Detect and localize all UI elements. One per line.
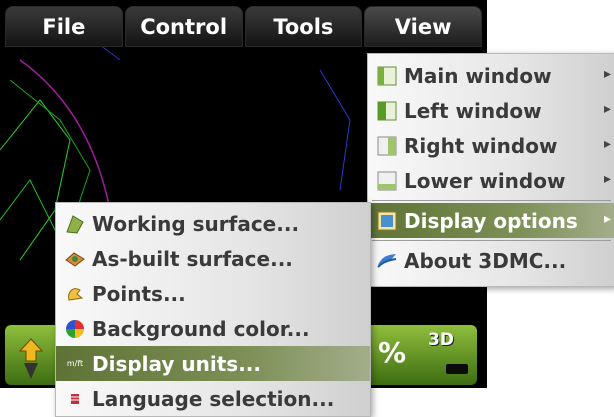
lower-window-icon <box>376 170 398 192</box>
submenu-arrow-icon: ▸ <box>603 101 611 117</box>
submenu-arrow-icon: ▸ <box>603 66 611 82</box>
submenu-arrow-icon: ▸ <box>603 171 611 187</box>
left-window-icon <box>376 100 398 122</box>
submenu-item-points[interactable]: Points... <box>56 276 370 311</box>
menu-item-label: Working surface... <box>92 211 300 236</box>
view-menu-item-display-options[interactable]: Display options ▸ <box>368 203 614 238</box>
menu-item-label: Display options <box>404 208 578 233</box>
menu-separator <box>372 240 611 241</box>
menu-bar: File Control Tools View <box>5 6 482 47</box>
view-menu: Main window ▸ Left window ▸ Right window… <box>367 53 614 287</box>
submenu-item-language-selection[interactable]: Language selection... <box>56 381 370 416</box>
submenu-arrow-icon: ▸ <box>603 136 611 152</box>
menu-control[interactable]: Control <box>124 6 243 47</box>
language-selection-icon <box>64 388 86 410</box>
background-color-icon <box>64 318 86 340</box>
right-window-icon <box>376 135 398 157</box>
menu-separator <box>372 200 611 201</box>
grade-percent-label[interactable]: % <box>378 336 406 369</box>
as-built-surface-icon <box>64 248 86 270</box>
wireframe-line <box>0 179 61 241</box>
view-menu-item-main-window[interactable]: Main window ▸ <box>368 58 614 93</box>
menu-item-label: Background color... <box>92 316 310 341</box>
menu-item-label: Main window <box>404 63 552 88</box>
menu-view[interactable]: View <box>364 6 482 47</box>
menu-item-label: Right window <box>404 133 558 158</box>
about-icon <box>376 250 398 272</box>
display-units-icon: m/ft <box>66 359 84 368</box>
mode-indicator <box>446 364 468 374</box>
display-options-icon <box>376 210 398 232</box>
main-window-icon <box>376 65 398 87</box>
menu-item-label: Language selection... <box>92 386 335 411</box>
wireframe-line <box>319 69 351 191</box>
menu-file[interactable]: File <box>5 6 123 47</box>
submenu-item-as-built-surface[interactable]: As-built surface... <box>56 241 370 276</box>
submenu-arrow-icon: ▸ <box>603 211 611 227</box>
view-menu-item-right-window[interactable]: Right window ▸ <box>368 128 614 163</box>
submenu-item-background-color[interactable]: Background color... <box>56 311 370 346</box>
working-surface-icon <box>64 213 86 235</box>
menu-item-label: Left window <box>404 98 542 123</box>
points-icon <box>64 283 86 305</box>
submenu-item-working-surface[interactable]: Working surface... <box>56 206 370 241</box>
menu-item-label: About 3DMC... <box>404 248 567 273</box>
view-menu-item-lower-window[interactable]: Lower window ▸ <box>368 163 614 198</box>
menu-item-label: Points... <box>92 281 186 306</box>
view-menu-item-left-window[interactable]: Left window ▸ <box>368 93 614 128</box>
menu-tools[interactable]: Tools <box>244 6 363 47</box>
menu-item-label: As-built surface... <box>92 246 293 271</box>
mode-3d-label[interactable]: 3D <box>428 330 454 350</box>
machine-status-icon[interactable] <box>12 337 50 381</box>
menu-item-label: Display units... <box>92 351 262 376</box>
submenu-item-display-units[interactable]: m/ft Display units... <box>56 346 370 381</box>
display-options-submenu: Working surface... As-built surface... P… <box>55 202 371 417</box>
menu-item-label: Lower window <box>404 168 566 193</box>
view-menu-item-about[interactable]: About 3DMC... <box>368 243 614 278</box>
